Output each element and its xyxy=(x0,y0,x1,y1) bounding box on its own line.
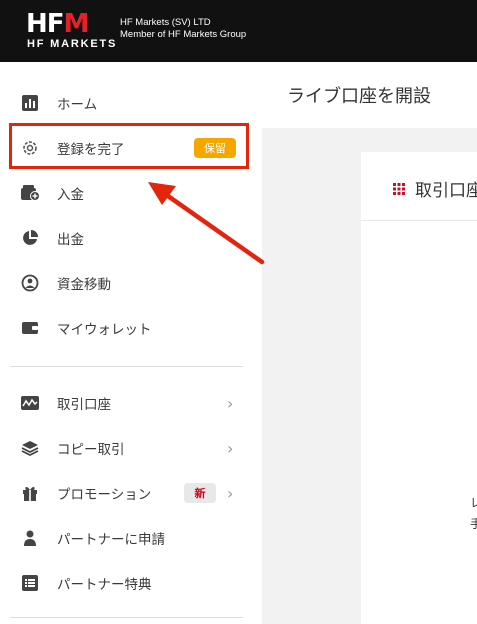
sidebar-item-partner-benefits[interactable]: パートナー特典 xyxy=(0,561,262,605)
hfm-logo[interactable]: HFM HF MARKETS xyxy=(26,9,115,52)
sidebar-item-complete-registration[interactable]: 登録を完了 保留 xyxy=(0,126,262,170)
company-name: HF Markets (SV) LTD xyxy=(120,17,211,28)
card-text-fragment: レ xyxy=(470,496,477,510)
trading-chart-icon xyxy=(20,393,40,413)
company-info: HF Markets (SV) LTD Member of HF Markets… xyxy=(120,17,246,41)
sidebar-item-withdrawal[interactable]: 出金 xyxy=(0,216,262,260)
wallet-icon xyxy=(20,318,40,338)
sidebar-item-label: 出金 xyxy=(57,232,84,248)
card-header: 取引口座 xyxy=(361,152,477,221)
chevron-right-icon: › xyxy=(227,483,234,503)
card-title: 取引口座 xyxy=(415,181,477,201)
sidebar-divider xyxy=(10,366,243,367)
company-group: Member of HF Markets Group xyxy=(120,29,247,40)
page-header: ライブ口座を開設 xyxy=(262,62,477,128)
logo-wordmark: HFM xyxy=(26,9,89,39)
sidebar-item-label: コピー取引 xyxy=(57,442,125,458)
sidebar-item-label: パートナーに申請 xyxy=(57,532,165,548)
pie-chart-icon xyxy=(20,228,40,248)
sidebar-item-label: ホーム xyxy=(57,97,98,113)
layers-icon xyxy=(20,438,40,458)
sidebar-item-label: 登録を完了 xyxy=(57,142,125,158)
sidebar-item-my-wallet[interactable]: マイウォレット xyxy=(0,306,262,350)
sidebar-item-label: 入金 xyxy=(57,187,84,203)
sidebar-item-home[interactable]: ホーム xyxy=(0,81,262,125)
sidebar-item-apply-partner[interactable]: パートナーに申請 xyxy=(0,516,262,560)
sidebar-item-trading-accounts[interactable]: 取引口座 › xyxy=(0,381,262,425)
sidebar-item-label: 資金移動 xyxy=(57,277,111,293)
sidebar-item-label: パートナー特典 xyxy=(57,577,152,593)
trading-account-card: 取引口座 レ 手 xyxy=(361,152,477,624)
sidebar-divider xyxy=(10,617,243,618)
chevron-right-icon: › xyxy=(227,393,234,413)
sidebar-item-deposit[interactable]: 入金 xyxy=(0,171,262,215)
sidebar-item-fund-transfer[interactable]: 資金移動 xyxy=(0,261,262,305)
bar-chart-icon xyxy=(20,93,40,113)
sidebar-item-label: マイウォレット xyxy=(57,322,152,338)
page-title: ライブ口座を開設 xyxy=(287,86,431,107)
sidebar-item-label: プロモーション xyxy=(57,487,152,503)
list-icon xyxy=(20,573,40,593)
chevron-right-icon: › xyxy=(227,438,234,458)
sidebar: ホーム 登録を完了 保留 入金 出金 資金移動 マイウォレット 取引口座 › コ… xyxy=(0,62,262,624)
gear-icon xyxy=(20,138,40,158)
sidebar-item-promotions[interactable]: プロモーション 新 › xyxy=(0,471,262,515)
sidebar-item-copy-trading[interactable]: コピー取引 › xyxy=(0,426,262,470)
top-bar: HFM HF MARKETS HF Markets (SV) LTD Membe… xyxy=(0,0,477,62)
new-badge: 新 xyxy=(184,483,216,503)
grid-icon xyxy=(393,180,405,195)
sidebar-item-label: 取引口座 xyxy=(57,397,111,413)
person-icon xyxy=(20,528,40,548)
transfer-icon xyxy=(20,273,40,293)
logo-subtitle: HF MARKETS xyxy=(27,38,118,50)
card-text-fragment: 手 xyxy=(470,517,477,531)
wallet-plus-icon xyxy=(20,183,40,203)
gift-icon xyxy=(20,483,40,503)
pending-badge: 保留 xyxy=(194,138,236,158)
